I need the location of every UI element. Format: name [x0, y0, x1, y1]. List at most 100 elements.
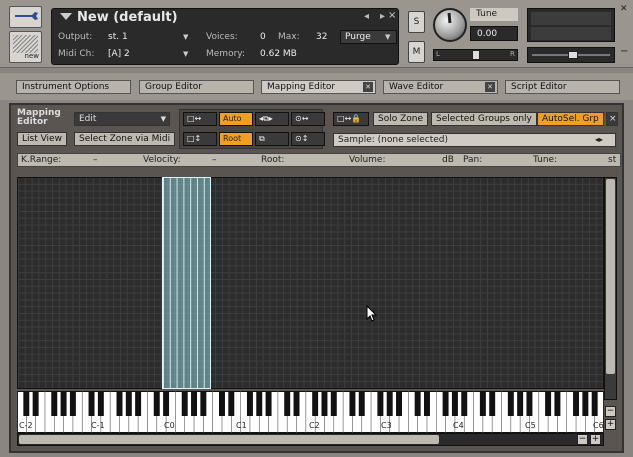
mouse-cursor-icon: [366, 305, 378, 322]
krange-label: K.Range:: [21, 155, 62, 165]
memory-value: 0.62 MB: [260, 49, 297, 59]
tab-label: Script Editor: [511, 82, 567, 92]
zoom-out-vertical-button[interactable]: −: [605, 406, 616, 417]
sample-height-button[interactable]: ⊙↕: [291, 132, 325, 146]
tab-script-editor[interactable]: Script Editor: [505, 80, 620, 94]
close-panel-button[interactable]: ×: [606, 112, 618, 126]
title-line: Editor: [17, 117, 48, 127]
zone-selection[interactable]: [162, 177, 211, 389]
output-meter: [527, 8, 615, 42]
max-voices-input[interactable]: 32: [316, 32, 327, 42]
octave-label: C3: [381, 421, 392, 430]
close-instrument-icon[interactable]: ×: [388, 10, 396, 21]
sample-value: (none selected): [377, 135, 448, 145]
volume-unit: dB: [442, 155, 454, 165]
octave-label: C6: [593, 421, 604, 430]
select-zone-via-midi-button[interactable]: Select Zone via Midi: [74, 132, 176, 146]
instrument-title[interactable]: New (default): [77, 10, 178, 25]
octave-label: C2: [309, 421, 320, 430]
tab-mapping-editor[interactable]: Mapping Editor ✕: [261, 80, 376, 94]
mapping-editor-title: Mapping Editor: [17, 109, 61, 127]
prev-instrument-icon[interactable]: ◂: [364, 11, 369, 22]
volume-slider[interactable]: [527, 47, 615, 63]
edit-mode-value: Edit: [79, 114, 97, 124]
root-label: Root:: [261, 155, 285, 165]
velocity-label: Velocity:: [143, 155, 181, 165]
new-label: new: [24, 52, 39, 60]
sample-nav-arrows-icon[interactable]: ◂▸: [595, 135, 603, 144]
close-icon[interactable]: ✕: [620, 4, 630, 14]
move-zone-button[interactable]: ◂⧉▸: [255, 112, 289, 126]
octave-label: C0: [164, 421, 175, 430]
mapping-grid[interactable]: [17, 177, 604, 389]
autosel-grp-button[interactable]: AutoSel. Grp: [537, 112, 604, 126]
output-select[interactable]: st. 1: [108, 32, 128, 42]
zoom-in-vertical-button[interactable]: +: [605, 419, 616, 430]
tune-value-field[interactable]: 0.00: [470, 26, 518, 41]
voices-label: Voices:: [206, 32, 238, 42]
solo-zone-button[interactable]: Solo Zone: [373, 112, 428, 126]
list-view-button[interactable]: List View: [17, 132, 67, 146]
tab-wave-editor[interactable]: Wave Editor ✕: [383, 80, 498, 94]
tab-label: Wave Editor: [389, 82, 444, 92]
pan-left-label: L: [436, 50, 440, 58]
octave-label: C4: [453, 421, 464, 430]
memory-label: Memory:: [206, 49, 245, 59]
midi-label: Midi Ch:: [58, 49, 95, 59]
velocity-value[interactable]: –: [212, 155, 217, 165]
pan-handle[interactable]: [472, 50, 480, 60]
mute-button[interactable]: M: [408, 41, 425, 63]
solo-button[interactable]: S: [408, 11, 425, 33]
wrench-icon: [15, 12, 38, 20]
vertical-scroll-thumb[interactable]: [606, 179, 615, 374]
zone-height-button[interactable]: □↕: [183, 132, 217, 146]
tab-label: Instrument Options: [22, 82, 110, 92]
octave-label: C-1: [91, 421, 105, 430]
midi-dropdown-icon[interactable]: ▼: [183, 50, 188, 58]
tune-unit: st: [608, 155, 617, 165]
duplicate-zone-button[interactable]: ⧉: [255, 132, 289, 146]
new-instrument-button[interactable]: new: [9, 31, 42, 63]
zoom-out-horizontal-button[interactable]: −: [577, 434, 588, 445]
sample-field[interactable]: Sample: (none selected): [333, 133, 616, 147]
tab-label: Group Editor: [145, 82, 202, 92]
voices-value: 0: [260, 32, 266, 42]
selected-groups-only-button[interactable]: Selected Groups only: [431, 112, 537, 126]
collapse-triangle-icon[interactable]: [60, 13, 72, 20]
lock-zone-button[interactable]: □↔🔒: [333, 112, 369, 126]
pan-right-label: R: [510, 50, 515, 58]
sample-label: Sample:: [338, 135, 375, 145]
purge-dropdown-icon: ▼: [385, 33, 391, 41]
wrench-button[interactable]: [9, 6, 42, 28]
tab-label: Mapping Editor: [267, 82, 336, 92]
max-label: Max:: [278, 32, 300, 42]
volume-label: Volume:: [349, 155, 386, 165]
zone-info-row: [17, 153, 621, 167]
close-tab-icon[interactable]: ✕: [485, 82, 495, 92]
zoom-in-horizontal-button[interactable]: +: [590, 434, 601, 445]
stripes-icon: [13, 35, 38, 53]
next-instrument-icon[interactable]: ▸: [380, 11, 385, 22]
close-tab-icon[interactable]: ✕: [363, 82, 373, 92]
root-button[interactable]: Root: [219, 132, 253, 146]
auto-button[interactable]: Auto: [219, 112, 253, 126]
sample-width-button[interactable]: ⊙↔: [291, 112, 325, 126]
output-dropdown-icon[interactable]: ▼: [183, 33, 188, 41]
tab-group-editor[interactable]: Group Editor: [139, 80, 254, 94]
octave-label: C5: [525, 421, 536, 430]
zone-width-button[interactable]: □↔: [183, 112, 217, 126]
krange-value[interactable]: –: [93, 155, 98, 165]
output-label: Output:: [58, 32, 93, 42]
edit-mode-dropdown[interactable]: Edit ▼: [74, 112, 170, 126]
tune-label: Tune:: [533, 155, 558, 165]
tab-instrument-options[interactable]: Instrument Options: [16, 80, 131, 94]
octave-label: C1: [236, 421, 247, 430]
tune-label: Tune: [470, 8, 518, 21]
midi-select[interactable]: [A] 2: [108, 49, 130, 59]
purge-label: Purge: [345, 32, 371, 42]
minimize-icon[interactable]: −: [620, 46, 628, 57]
octave-label: C-2: [19, 421, 33, 430]
chevron-down-icon: ▼: [160, 115, 166, 123]
pan-label: Pan:: [463, 155, 483, 165]
horizontal-scroll-thumb[interactable]: [19, 435, 439, 444]
